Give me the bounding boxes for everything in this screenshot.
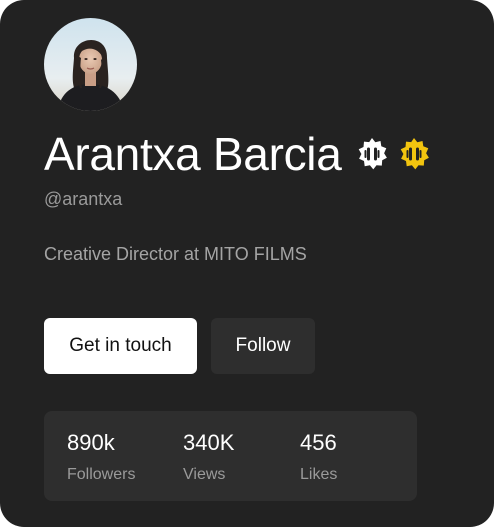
avatar[interactable] xyxy=(44,18,137,111)
verified-badge-gold-icon xyxy=(396,136,432,172)
stat-likes[interactable]: 456 Likes xyxy=(300,429,337,485)
stat-label: Followers xyxy=(67,466,136,483)
avatar-image xyxy=(44,18,137,111)
profile-handle[interactable]: @arantxa xyxy=(44,187,122,211)
stat-value: 340K xyxy=(183,430,235,455)
stat-value: 456 xyxy=(300,430,337,455)
stat-views[interactable]: 340K Views xyxy=(183,429,234,485)
get-in-touch-button[interactable]: Get in touch xyxy=(44,318,197,374)
profile-bio: Creative Director at MITO FILMS xyxy=(44,244,307,264)
name-row: Arantxa Barcia xyxy=(44,126,432,182)
stats-panel: 890k Followers 340K Views 456 Likes xyxy=(44,411,417,501)
profile-name: Arantxa Barcia xyxy=(44,128,342,180)
follow-button[interactable]: Follow xyxy=(211,318,315,374)
verified-badge-icon xyxy=(354,136,390,172)
stat-label: Likes xyxy=(300,466,338,483)
stat-followers[interactable]: 890k Followers xyxy=(67,429,135,485)
profile-card: Arantxa Barcia @arantxa Creative Directo… xyxy=(0,0,494,527)
stat-value: 890k xyxy=(67,430,115,455)
stat-label: Views xyxy=(183,466,226,483)
